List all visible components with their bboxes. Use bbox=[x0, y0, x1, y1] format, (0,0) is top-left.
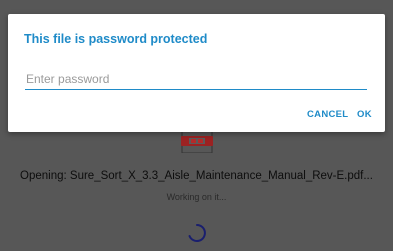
working-status-text: Working on it... bbox=[166, 192, 227, 202]
cancel-button[interactable]: CANCEL bbox=[307, 109, 348, 120]
password-dialog: This file is password protected CANCEL O… bbox=[8, 14, 385, 132]
opening-file-text: Opening: Sure_Sort_X_3.3_Aisle_Maintenan… bbox=[20, 170, 373, 182]
dialog-title: This file is password protected bbox=[24, 32, 208, 46]
password-input[interactable] bbox=[25, 70, 367, 90]
ok-button[interactable]: OK bbox=[357, 109, 372, 120]
loading-spinner-icon bbox=[188, 224, 206, 242]
